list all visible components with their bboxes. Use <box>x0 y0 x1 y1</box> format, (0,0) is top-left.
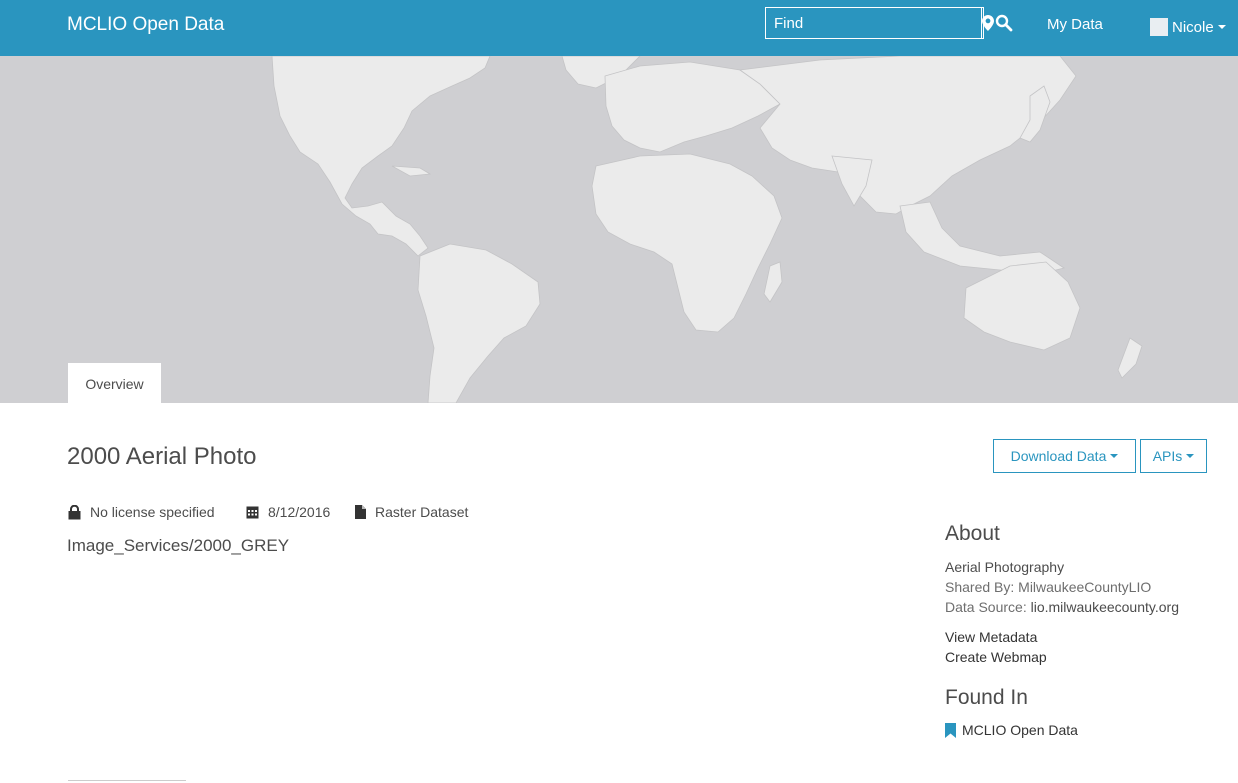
search-icon <box>995 14 1013 32</box>
view-metadata-link[interactable]: View Metadata <box>945 629 1037 645</box>
download-data-label: Download Data <box>1010 448 1107 464</box>
date-info: 8/12/2016 <box>246 504 330 520</box>
download-data-button[interactable]: Download Data <box>993 439 1136 473</box>
apis-button[interactable]: APIs <box>1140 439 1207 473</box>
service-path: Image_Services/2000_GREY <box>67 536 290 555</box>
map-view[interactable] <box>0 56 1238 403</box>
found-in-heading: Found In <box>945 686 1028 709</box>
user-name: Nicole <box>1172 18 1214 36</box>
world-map <box>271 56 1143 403</box>
date-text: 8/12/2016 <box>268 504 331 520</box>
chevron-down-icon <box>1110 454 1119 458</box>
search-button[interactable] <box>995 14 1017 36</box>
type-info: Raster Dataset <box>355 504 468 520</box>
site-title-link[interactable]: MCLIO Open Data <box>67 14 224 36</box>
my-data-link[interactable]: My Data <box>1047 16 1103 33</box>
found-in-item-label: MCLIO Open Data <box>962 722 1078 738</box>
chevron-down-icon <box>1186 454 1195 458</box>
user-menu[interactable]: Nicole <box>1150 18 1226 36</box>
apis-label: APIs <box>1152 448 1183 464</box>
found-in-item[interactable]: MCLIO Open Data <box>945 722 1078 738</box>
type-text: Raster Dataset <box>375 504 469 520</box>
about-heading: About <box>945 522 1000 545</box>
page-title: 2000 Aerial Photo <box>67 443 257 470</box>
calendar-icon <box>246 506 259 519</box>
map-marker-icon <box>982 15 994 31</box>
divider <box>68 780 186 781</box>
search-input[interactable] <box>766 8 981 38</box>
shared-by-label: Shared By: <box>945 579 1015 595</box>
locate-button[interactable] <box>981 8 994 38</box>
shared-by-value: MilwaukeeCountyLIO <box>1018 579 1152 595</box>
license-text: No license specified <box>90 504 215 520</box>
about-category: Aerial Photography <box>945 559 1065 575</box>
tab-overview[interactable]: Overview <box>68 363 161 404</box>
chevron-down-icon <box>1217 25 1226 29</box>
data-source: Data Source: lio.milwaukeecounty.org <box>945 599 1179 615</box>
file-icon <box>355 505 366 519</box>
avatar <box>1150 18 1168 36</box>
create-webmap-link[interactable]: Create Webmap <box>945 649 1047 665</box>
data-source-value: lio.milwaukeecounty.org <box>1030 599 1179 615</box>
license-info: No license specified <box>68 504 215 520</box>
top-navigation-bar: MCLIO Open Data My Data Nicole <box>0 0 1238 56</box>
bookmark-icon <box>945 722 956 738</box>
data-source-label: Data Source: <box>945 599 1027 615</box>
lock-icon <box>68 504 81 519</box>
shared-by: Shared By: MilwaukeeCountyLIO <box>945 579 1151 595</box>
search-box <box>765 7 994 39</box>
